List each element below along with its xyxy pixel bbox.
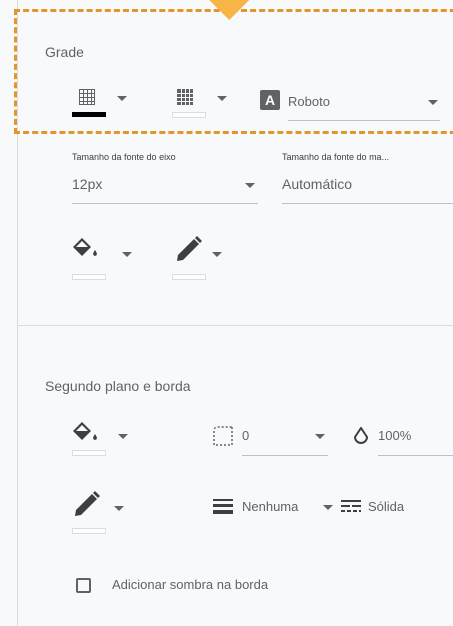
chevron-down-icon — [217, 96, 227, 101]
border-style-value: Sólida — [368, 499, 405, 514]
background-color-swatch — [72, 450, 106, 456]
chevron-down-icon — [118, 434, 128, 439]
chevron-down-icon — [114, 506, 124, 511]
pencil-icon — [177, 236, 202, 261]
chevron-down-icon — [428, 100, 438, 105]
chevron-down-icon — [245, 183, 255, 188]
border-style-select[interactable]: Sólida — [368, 494, 453, 528]
opacity-value: 100% — [378, 428, 412, 443]
grid-background-color-swatch — [172, 112, 206, 118]
font-icon: A — [260, 90, 280, 110]
section-divider — [17, 325, 453, 326]
line-color-button[interactable] — [170, 232, 234, 284]
other-font-size-value: Automático — [282, 176, 353, 192]
font-family-select[interactable]: Roboto — [288, 88, 448, 122]
axis-font-size-label: Tamanho da fonte do eixo — [72, 152, 176, 162]
paint-bucket-icon — [73, 238, 97, 256]
border-weight-icon — [213, 499, 233, 514]
grid-line-color-swatch — [72, 112, 106, 117]
border-weight-select[interactable]: Nenhuma — [242, 494, 334, 528]
shadow-checkbox-row[interactable]: Adicionar sombra na borda — [72, 574, 332, 598]
grid-fill-icon — [177, 89, 193, 105]
opacity-icon — [353, 427, 369, 444]
pencil-icon — [75, 491, 100, 516]
background-section-title: Segundo plano e borda — [45, 378, 191, 394]
other-font-size-label: Tamanho da fonte do ma... — [282, 152, 390, 162]
paint-bucket-icon — [73, 422, 97, 440]
border-color-swatch — [72, 528, 106, 534]
border-radius-value: 0 — [242, 428, 250, 443]
other-font-size-select[interactable]: Automático — [282, 170, 453, 204]
chevron-down-icon — [323, 505, 333, 510]
grid-line-color-icon — [79, 89, 95, 105]
border-radius-icon — [213, 426, 233, 446]
line-color-swatch — [172, 274, 206, 280]
background-fill-color-button[interactable] — [68, 416, 132, 466]
chevron-down-icon — [117, 96, 127, 101]
chevron-down-icon — [315, 434, 325, 439]
opacity-select[interactable]: 100% — [378, 422, 453, 456]
border-style-icon — [341, 500, 361, 512]
shadow-checkbox[interactable] — [76, 578, 91, 593]
grid-background-color-button[interactable] — [170, 88, 232, 122]
grid-line-color-button[interactable] — [70, 88, 130, 122]
axis-font-size-select[interactable]: 12px — [72, 170, 258, 204]
fill-color-swatch — [72, 274, 106, 280]
font-family-value: Roboto — [288, 94, 330, 109]
chevron-down-icon — [122, 252, 132, 257]
border-color-button[interactable] — [68, 488, 132, 538]
grid-section-title: Grade — [45, 44, 84, 60]
border-weight-value: Nenhuma — [242, 499, 299, 514]
axis-font-size-value: 12px — [72, 176, 103, 192]
chevron-down-icon — [212, 252, 222, 257]
shadow-checkbox-label: Adicionar sombra na borda — [112, 577, 269, 592]
border-radius-select[interactable]: 0 — [242, 422, 328, 456]
fill-color-button[interactable] — [68, 232, 132, 284]
